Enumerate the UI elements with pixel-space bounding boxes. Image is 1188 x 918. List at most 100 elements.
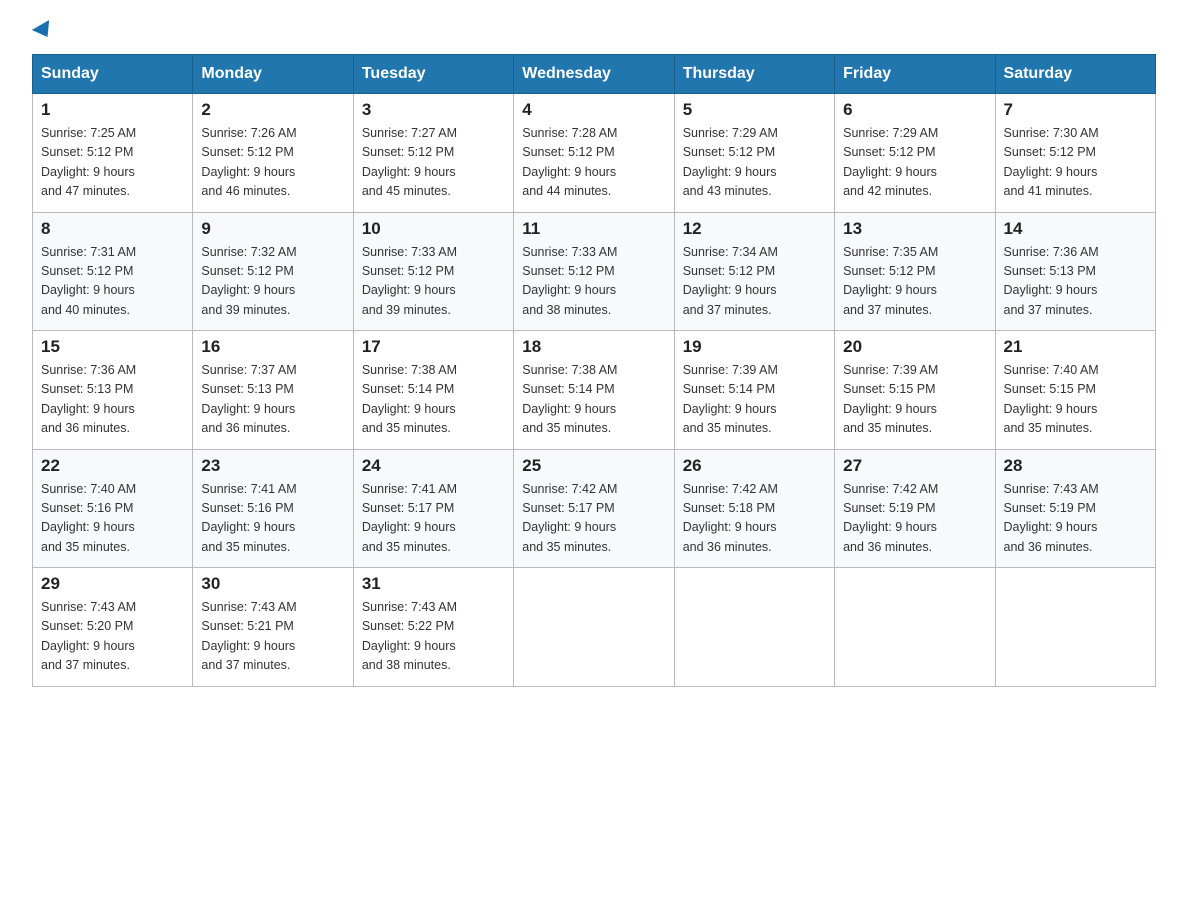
- day-number: 17: [362, 337, 505, 357]
- day-number: 12: [683, 219, 826, 239]
- calendar-cell: 6 Sunrise: 7:29 AMSunset: 5:12 PMDaylight…: [835, 94, 995, 213]
- day-info: Sunrise: 7:43 AMSunset: 5:21 PMDaylight:…: [201, 598, 344, 676]
- weekday-header-row: SundayMondayTuesdayWednesdayThursdayFrid…: [33, 55, 1156, 94]
- calendar-cell: 20 Sunrise: 7:39 AMSunset: 5:15 PMDayligh…: [835, 331, 995, 450]
- calendar-cell: [674, 568, 834, 687]
- day-number: 11: [522, 219, 665, 239]
- day-number: 2: [201, 100, 344, 120]
- day-info: Sunrise: 7:38 AMSunset: 5:14 PMDaylight:…: [522, 361, 665, 439]
- day-number: 25: [522, 456, 665, 476]
- calendar-cell: 26Sunrise: 7:42 AMSunset: 5:18 PMDayligh…: [674, 449, 834, 568]
- day-number: 13: [843, 219, 986, 239]
- day-number: 28: [1004, 456, 1147, 476]
- calendar-cell: 27 Sunrise: 7:42 AMSunset: 5:19 PMDayligh…: [835, 449, 995, 568]
- day-number: 4: [522, 100, 665, 120]
- day-info: Sunrise: 7:34 AMSunset: 5:12 PMDaylight:…: [683, 243, 826, 321]
- weekday-header-monday: Monday: [193, 55, 353, 94]
- day-number: 31: [362, 574, 505, 594]
- calendar-cell: 13 Sunrise: 7:35 AMSunset: 5:12 PMDayligh…: [835, 212, 995, 331]
- day-info: Sunrise: 7:39 AMSunset: 5:14 PMDaylight:…: [683, 361, 826, 439]
- week-row-2: 8Sunrise: 7:31 AMSunset: 5:12 PMDaylight…: [33, 212, 1156, 331]
- weekday-header-sunday: Sunday: [33, 55, 193, 94]
- calendar-cell: 22Sunrise: 7:40 AMSunset: 5:16 PMDayligh…: [33, 449, 193, 568]
- calendar-cell: 28Sunrise: 7:43 AMSunset: 5:19 PMDayligh…: [995, 449, 1155, 568]
- calendar-cell: [995, 568, 1155, 687]
- calendar-cell: 24 Sunrise: 7:41 AMSunset: 5:17 PMDayligh…: [353, 449, 513, 568]
- day-number: 5: [683, 100, 826, 120]
- page-header: [32, 24, 1156, 38]
- week-row-1: 1Sunrise: 7:25 AMSunset: 5:12 PMDaylight…: [33, 94, 1156, 213]
- day-info: Sunrise: 7:39 AMSunset: 5:15 PMDaylight:…: [843, 361, 986, 439]
- day-info: Sunrise: 7:27 AMSunset: 5:12 PMDaylight:…: [362, 124, 505, 202]
- calendar-cell: 5 Sunrise: 7:29 AMSunset: 5:12 PMDaylight…: [674, 94, 834, 213]
- day-number: 29: [41, 574, 184, 594]
- calendar-cell: [514, 568, 674, 687]
- day-number: 10: [362, 219, 505, 239]
- day-number: 27: [843, 456, 986, 476]
- calendar-cell: 23 Sunrise: 7:41 AMSunset: 5:16 PMDayligh…: [193, 449, 353, 568]
- day-number: 19: [683, 337, 826, 357]
- calendar-cell: 14Sunrise: 7:36 AMSunset: 5:13 PMDayligh…: [995, 212, 1155, 331]
- weekday-header-wednesday: Wednesday: [514, 55, 674, 94]
- day-info: Sunrise: 7:41 AMSunset: 5:16 PMDaylight:…: [201, 480, 344, 558]
- calendar-cell: 11 Sunrise: 7:33 AMSunset: 5:12 PMDayligh…: [514, 212, 674, 331]
- weekday-header-thursday: Thursday: [674, 55, 834, 94]
- day-info: Sunrise: 7:29 AMSunset: 5:12 PMDaylight:…: [683, 124, 826, 202]
- calendar-cell: 2 Sunrise: 7:26 AMSunset: 5:12 PMDaylight…: [193, 94, 353, 213]
- day-info: Sunrise: 7:37 AMSunset: 5:13 PMDaylight:…: [201, 361, 344, 439]
- day-info: Sunrise: 7:30 AMSunset: 5:12 PMDaylight:…: [1004, 124, 1147, 202]
- day-info: Sunrise: 7:31 AMSunset: 5:12 PMDaylight:…: [41, 243, 184, 321]
- day-number: 20: [843, 337, 986, 357]
- day-number: 21: [1004, 337, 1147, 357]
- day-number: 26: [683, 456, 826, 476]
- day-info: Sunrise: 7:35 AMSunset: 5:12 PMDaylight:…: [843, 243, 986, 321]
- weekday-header-saturday: Saturday: [995, 55, 1155, 94]
- calendar-table: SundayMondayTuesdayWednesdayThursdayFrid…: [32, 54, 1156, 687]
- calendar-cell: 21 Sunrise: 7:40 AMSunset: 5:15 PMDayligh…: [995, 331, 1155, 450]
- day-number: 22: [41, 456, 184, 476]
- day-number: 7: [1004, 100, 1147, 120]
- day-info: Sunrise: 7:41 AMSunset: 5:17 PMDaylight:…: [362, 480, 505, 558]
- calendar-cell: 16 Sunrise: 7:37 AMSunset: 5:13 PMDayligh…: [193, 331, 353, 450]
- day-info: Sunrise: 7:40 AMSunset: 5:15 PMDaylight:…: [1004, 361, 1147, 439]
- logo: [32, 24, 54, 38]
- calendar-cell: 4 Sunrise: 7:28 AMSunset: 5:12 PMDaylight…: [514, 94, 674, 213]
- day-info: Sunrise: 7:42 AMSunset: 5:17 PMDaylight:…: [522, 480, 665, 558]
- calendar-cell: 17Sunrise: 7:38 AMSunset: 5:14 PMDayligh…: [353, 331, 513, 450]
- day-info: Sunrise: 7:28 AMSunset: 5:12 PMDaylight:…: [522, 124, 665, 202]
- calendar-cell: 10Sunrise: 7:33 AMSunset: 5:12 PMDayligh…: [353, 212, 513, 331]
- calendar-cell: 8Sunrise: 7:31 AMSunset: 5:12 PMDaylight…: [33, 212, 193, 331]
- day-number: 16: [201, 337, 344, 357]
- day-info: Sunrise: 7:42 AMSunset: 5:19 PMDaylight:…: [843, 480, 986, 558]
- day-number: 6: [843, 100, 986, 120]
- calendar-cell: 15Sunrise: 7:36 AMSunset: 5:13 PMDayligh…: [33, 331, 193, 450]
- day-info: Sunrise: 7:29 AMSunset: 5:12 PMDaylight:…: [843, 124, 986, 202]
- calendar-cell: 9 Sunrise: 7:32 AMSunset: 5:12 PMDaylight…: [193, 212, 353, 331]
- day-info: Sunrise: 7:32 AMSunset: 5:12 PMDaylight:…: [201, 243, 344, 321]
- day-info: Sunrise: 7:33 AMSunset: 5:12 PMDaylight:…: [522, 243, 665, 321]
- calendar-cell: 3 Sunrise: 7:27 AMSunset: 5:12 PMDaylight…: [353, 94, 513, 213]
- week-row-4: 22Sunrise: 7:40 AMSunset: 5:16 PMDayligh…: [33, 449, 1156, 568]
- calendar-cell: 7 Sunrise: 7:30 AMSunset: 5:12 PMDaylight…: [995, 94, 1155, 213]
- day-number: 3: [362, 100, 505, 120]
- day-info: Sunrise: 7:36 AMSunset: 5:13 PMDaylight:…: [1004, 243, 1147, 321]
- calendar-cell: [835, 568, 995, 687]
- calendar-cell: 31 Sunrise: 7:43 AMSunset: 5:22 PMDayligh…: [353, 568, 513, 687]
- day-number: 30: [201, 574, 344, 594]
- day-info: Sunrise: 7:43 AMSunset: 5:20 PMDaylight:…: [41, 598, 184, 676]
- day-number: 23: [201, 456, 344, 476]
- logo-triangle-icon: [32, 20, 56, 42]
- day-number: 9: [201, 219, 344, 239]
- calendar-cell: 12 Sunrise: 7:34 AMSunset: 5:12 PMDayligh…: [674, 212, 834, 331]
- day-number: 1: [41, 100, 184, 120]
- calendar-cell: 25 Sunrise: 7:42 AMSunset: 5:17 PMDayligh…: [514, 449, 674, 568]
- calendar-cell: 1Sunrise: 7:25 AMSunset: 5:12 PMDaylight…: [33, 94, 193, 213]
- day-number: 18: [522, 337, 665, 357]
- calendar-cell: 30 Sunrise: 7:43 AMSunset: 5:21 PMDayligh…: [193, 568, 353, 687]
- day-info: Sunrise: 7:26 AMSunset: 5:12 PMDaylight:…: [201, 124, 344, 202]
- week-row-3: 15Sunrise: 7:36 AMSunset: 5:13 PMDayligh…: [33, 331, 1156, 450]
- day-number: 24: [362, 456, 505, 476]
- day-info: Sunrise: 7:43 AMSunset: 5:22 PMDaylight:…: [362, 598, 505, 676]
- day-info: Sunrise: 7:36 AMSunset: 5:13 PMDaylight:…: [41, 361, 184, 439]
- calendar-cell: 18 Sunrise: 7:38 AMSunset: 5:14 PMDayligh…: [514, 331, 674, 450]
